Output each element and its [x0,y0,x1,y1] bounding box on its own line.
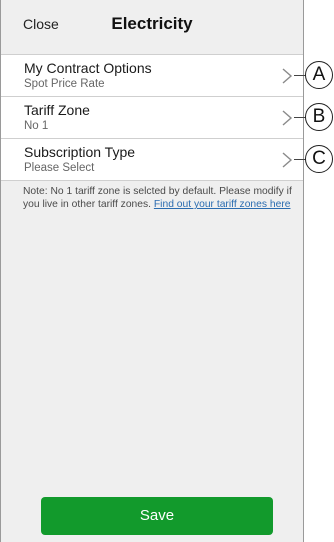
setting-value: No 1 [24,120,49,132]
chevron-right-icon [282,68,293,84]
tariff-note: Note: No 1 tariff zone is selcted by def… [23,185,293,211]
chevron-right-icon [282,152,293,168]
setting-title: My Contract Options [24,60,152,76]
setting-row-tariff-zone[interactable]: Tariff Zone No 1 [1,96,303,138]
phone-screen: Close Electricity My Contract Options Sp… [0,0,304,542]
callout-b: B [305,103,333,131]
setting-value: Please Select [24,162,95,174]
callout-c: C [305,145,333,173]
setting-value: Spot Price Rate [24,78,105,90]
setting-row-contract-options[interactable]: My Contract Options Spot Price Rate [1,54,303,96]
save-button[interactable]: Save [41,497,273,535]
callout-a: A [305,61,333,89]
settings-list: My Contract Options Spot Price Rate Tari… [1,54,303,181]
page-title: Electricity [111,14,193,33]
chevron-right-icon [282,110,293,126]
setting-title: Tariff Zone [24,102,90,118]
header: Close Electricity [1,0,303,54]
setting-row-subscription-type[interactable]: Subscription Type Please Select [1,138,303,181]
tariff-zones-link[interactable]: Find out your tariff zones here [154,199,291,210]
setting-title: Subscription Type [24,144,136,160]
